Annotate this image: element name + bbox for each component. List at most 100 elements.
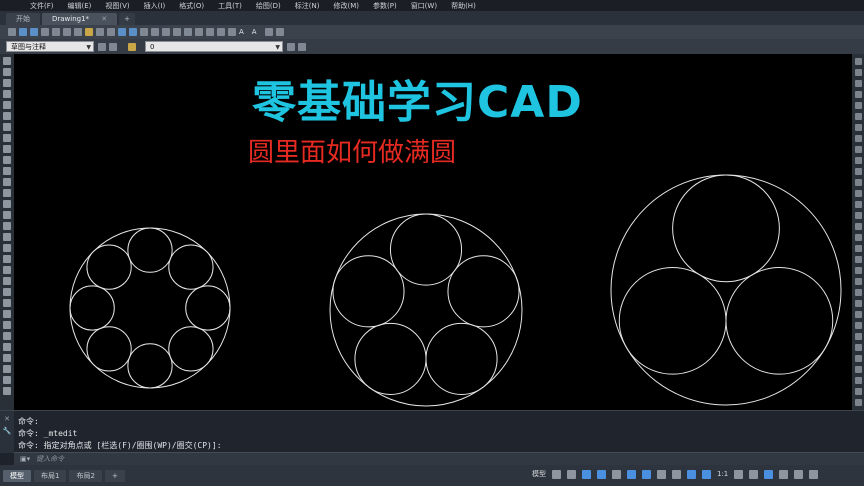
offset-icon[interactable] <box>854 91 862 98</box>
fillet-icon[interactable] <box>854 223 862 230</box>
snap-icon[interactable] <box>567 469 576 479</box>
helix-icon[interactable] <box>3 321 11 329</box>
clean-screen-icon[interactable] <box>794 469 804 479</box>
pan-icon[interactable] <box>118 28 126 36</box>
array-icon[interactable] <box>854 102 862 109</box>
text-icon[interactable] <box>3 233 11 241</box>
menu-item[interactable]: 窗口(W) <box>411 1 437 11</box>
rotate-icon[interactable] <box>3 387 11 395</box>
polar-icon[interactable] <box>597 469 606 479</box>
menu-item[interactable]: 参数(P) <box>373 1 397 11</box>
menu-item[interactable]: 修改(M) <box>333 1 359 11</box>
undo-icon[interactable] <box>96 28 104 36</box>
command-prompt-icon[interactable]: ▣▾ <box>20 455 30 463</box>
auto-scale-icon[interactable] <box>702 469 711 479</box>
stretch-icon[interactable] <box>854 146 862 153</box>
paste-icon[interactable] <box>74 28 82 36</box>
table-insert-icon[interactable] <box>3 343 11 351</box>
inner-circle[interactable] <box>332 255 405 328</box>
menu-item[interactable]: 文件(F) <box>30 1 54 11</box>
blend-icon[interactable] <box>854 234 862 241</box>
match-properties-icon[interactable] <box>85 28 93 36</box>
inner-circle[interactable] <box>127 227 173 273</box>
redo-icon[interactable] <box>107 28 115 36</box>
zoom-window-icon[interactable] <box>140 28 148 36</box>
ray-icon[interactable] <box>3 310 11 318</box>
inner-circle[interactable] <box>389 213 463 286</box>
close-icon[interactable]: ✕ <box>0 415 14 423</box>
layer-state-icon[interactable] <box>128 42 136 51</box>
new-layout-button[interactable]: + <box>104 469 125 482</box>
ortho-icon[interactable] <box>582 469 591 479</box>
transparency-icon[interactable] <box>672 469 681 479</box>
tab-layout2[interactable]: 布局2 <box>69 469 102 482</box>
inner-circle[interactable] <box>354 322 427 395</box>
hatch-icon[interactable] <box>3 178 11 186</box>
hardware-acceleration-icon[interactable] <box>779 469 789 479</box>
properties-icon[interactable] <box>854 366 862 373</box>
wipeout-icon[interactable] <box>3 266 11 274</box>
erase-icon[interactable] <box>854 58 862 65</box>
tab-drawing1[interactable]: Drawing1* ✕ <box>42 13 118 25</box>
ungroup-icon[interactable] <box>854 355 862 362</box>
menu-item[interactable]: 标注(N) <box>295 1 320 11</box>
point-icon[interactable] <box>3 167 11 175</box>
drawing-canvas[interactable]: 零基础学习CAD 圆里面如何做满圆 <box>14 54 852 410</box>
divide-icon[interactable] <box>854 278 862 285</box>
tool-palette-icon[interactable] <box>184 28 192 36</box>
revision-cloud-icon[interactable] <box>3 255 11 263</box>
zoom-icon[interactable] <box>129 28 137 36</box>
menu-item[interactable]: 绘图(D) <box>256 1 281 11</box>
add-selected-icon[interactable] <box>3 244 11 252</box>
inner-circle[interactable] <box>425 322 498 395</box>
calculator-icon[interactable] <box>217 28 225 36</box>
lineweight-icon[interactable] <box>657 469 666 479</box>
text-style-icon[interactable]: A <box>239 28 244 36</box>
inner-circle[interactable] <box>127 343 173 389</box>
close-icon[interactable]: ✕ <box>101 15 107 23</box>
isodraft-icon[interactable] <box>612 469 621 479</box>
tab-layout1[interactable]: 布局1 <box>34 469 67 482</box>
inner-circle[interactable] <box>168 326 214 372</box>
inner-circle[interactable] <box>185 285 231 331</box>
polyline-icon[interactable] <box>3 68 11 76</box>
copy-icon[interactable] <box>854 69 862 76</box>
tab-start[interactable]: 开始 <box>6 13 40 25</box>
join-icon[interactable] <box>854 201 862 208</box>
new-tab-button[interactable]: + <box>119 13 136 25</box>
arc-icon[interactable] <box>3 90 11 98</box>
menu-item[interactable]: 格式(O) <box>179 1 204 11</box>
workspace-select[interactable]: 草图与注释 ▼ <box>6 41 94 52</box>
plus-icon[interactable] <box>749 469 759 479</box>
scale-icon[interactable] <box>854 135 862 142</box>
tab-model[interactable]: 模型 <box>3 469 31 482</box>
outer-circle[interactable] <box>610 174 842 406</box>
ellipse-icon[interactable] <box>3 134 11 142</box>
polygon-icon[interactable] <box>3 112 11 120</box>
print-icon[interactable] <box>41 28 49 36</box>
customization-icon[interactable] <box>809 469 819 479</box>
line-icon[interactable] <box>3 57 11 65</box>
edit-spline-icon[interactable] <box>854 311 862 318</box>
inner-circle[interactable] <box>168 244 214 290</box>
move-icon[interactable] <box>3 376 11 384</box>
isolate-objects-icon[interactable] <box>764 469 774 479</box>
explode-icon[interactable] <box>854 245 862 252</box>
group-icon[interactable] <box>854 344 862 351</box>
model-space-label[interactable]: 模型 <box>532 469 546 479</box>
dimension-style-icon[interactable]: A <box>252 28 257 36</box>
table-style-icon[interactable] <box>264 28 273 36</box>
field-icon[interactable] <box>3 354 11 362</box>
draworder-icon[interactable] <box>854 333 862 340</box>
menu-item[interactable]: 插入(I) <box>144 1 166 11</box>
gradient-icon[interactable] <box>3 189 11 197</box>
workspace-switch-icon[interactable] <box>734 469 744 479</box>
make-block-icon[interactable] <box>3 156 11 164</box>
layer-previous-icon[interactable] <box>298 42 306 51</box>
distance-icon[interactable] <box>854 399 862 406</box>
multileader-style-icon[interactable] <box>275 28 284 36</box>
inner-circle[interactable] <box>69 285 115 331</box>
layer-select[interactable]: 0 ▼ <box>145 41 283 52</box>
insert-block-icon[interactable] <box>3 145 11 153</box>
table-icon[interactable] <box>3 211 11 219</box>
